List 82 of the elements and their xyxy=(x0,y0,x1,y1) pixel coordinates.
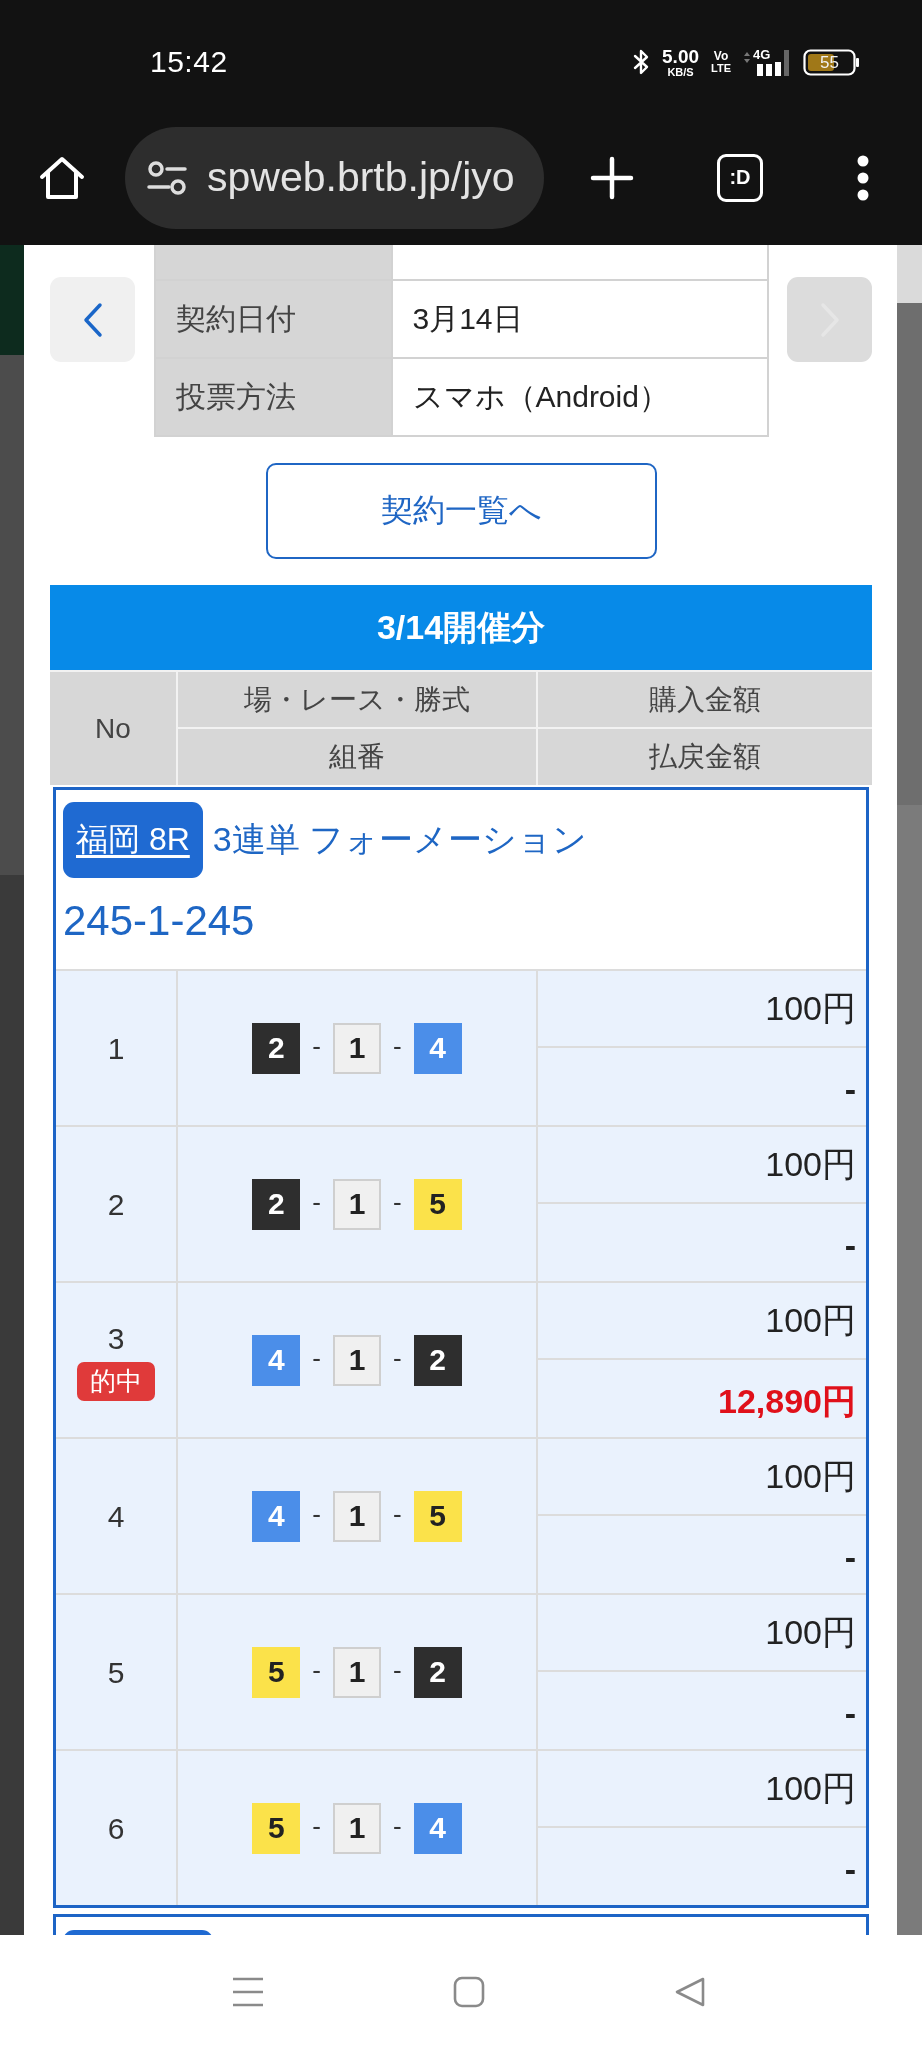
column-header: 組番 xyxy=(178,729,536,785)
boat-number-tile: 2 xyxy=(413,1646,462,1698)
tune-icon[interactable] xyxy=(147,160,187,195)
table-cell: 契約日付 xyxy=(155,281,391,357)
column-header: No xyxy=(50,672,176,785)
home-icon[interactable] xyxy=(38,154,86,201)
dash-separator: - xyxy=(312,1345,321,1371)
back-icon[interactable] xyxy=(674,1975,706,2008)
boat-number-tile: 1 xyxy=(333,1178,381,1230)
boat-number-tile: 5 xyxy=(252,1802,301,1854)
row-number: 3 xyxy=(107,1320,125,1357)
dash-separator: - xyxy=(393,1657,402,1683)
purchase-amount: 100円 xyxy=(765,1767,856,1809)
payout-amount: - xyxy=(844,1070,856,1109)
table-cell: 投票方法 xyxy=(155,359,391,435)
dash-separator: - xyxy=(312,1501,321,1527)
boat-number-tile: 1 xyxy=(333,1022,381,1074)
column-header: 払戻金額 xyxy=(538,729,872,785)
section-title-bar: 3/14開催分 xyxy=(50,585,872,670)
row-number: 4 xyxy=(107,1498,125,1535)
payout-amount: 12,890円 xyxy=(718,1380,856,1422)
purchase-amount: 100円 xyxy=(765,1611,856,1653)
contract-list-button[interactable]: 契約一覧へ xyxy=(265,463,657,559)
boat-number-tile: 4 xyxy=(252,1334,301,1386)
table-cell: 3月14日 xyxy=(392,281,767,357)
payout-amount: - xyxy=(844,1694,856,1733)
dash-separator: - xyxy=(312,1813,321,1839)
boat-number-tile: 1 xyxy=(333,1490,381,1542)
row-number: 1 xyxy=(107,1030,125,1067)
purchase-amount: 100円 xyxy=(765,987,856,1029)
boat-number-tile: 1 xyxy=(333,1802,381,1854)
volte-label: Vo xyxy=(713,50,729,62)
dash-separator: - xyxy=(393,1033,402,1059)
boat-number-tile: 5 xyxy=(413,1490,462,1542)
boat-number-tile: 5 xyxy=(252,1646,301,1698)
status-time: 15:42 xyxy=(150,45,228,79)
network-speed-unit: KB/S xyxy=(667,66,694,78)
signal-bars-icon xyxy=(743,48,791,76)
chevron-left-icon xyxy=(81,301,104,338)
table-cell: スマホ（Android） xyxy=(392,359,767,435)
bluetooth-icon xyxy=(632,47,651,77)
dash-separator: - xyxy=(393,1189,402,1215)
formation-text: 245-1-245 xyxy=(63,898,256,945)
network-type-text: 4G xyxy=(753,48,771,61)
dash-separator: - xyxy=(312,1189,321,1215)
bet-type-text: 3連単 フォーメーション xyxy=(212,819,588,860)
dash-separator: - xyxy=(312,1657,321,1683)
payout-amount: - xyxy=(844,1226,856,1265)
boat-number-tile: 1 xyxy=(333,1646,381,1698)
address-bar[interactable]: spweb.brtb.jp/jyo xyxy=(125,126,544,229)
hit-label: 的中 xyxy=(77,1361,155,1402)
row-number: 6 xyxy=(107,1810,125,1847)
row-number: 5 xyxy=(107,1654,125,1691)
boat-number-tile: 2 xyxy=(413,1334,462,1386)
purchase-amount: 100円 xyxy=(765,1455,856,1497)
url-text: spweb.brtb.jp/jyo xyxy=(207,154,515,201)
boat-number-tile: 2 xyxy=(252,1022,301,1074)
volte-label: LTE xyxy=(711,63,731,74)
payout-amount: - xyxy=(844,1850,856,1889)
payout-amount: - xyxy=(844,1538,856,1577)
dash-separator: - xyxy=(393,1501,402,1527)
boat-number-tile: 4 xyxy=(413,1802,462,1854)
dash-separator: - xyxy=(312,1033,321,1059)
boat-number-tile: 4 xyxy=(413,1022,462,1074)
column-header: 購入金額 xyxy=(538,672,872,727)
boat-number-tile: 5 xyxy=(413,1178,462,1230)
network-speed-value: 5.00 xyxy=(662,46,700,66)
plus-icon[interactable] xyxy=(590,155,634,200)
more-options-icon[interactable] xyxy=(856,154,870,201)
boat-number-tile: 2 xyxy=(252,1178,301,1230)
row-number: 2 xyxy=(107,1186,125,1223)
venue-link[interactable]: 福岡 8R xyxy=(63,802,203,878)
previous-button[interactable] xyxy=(50,277,135,362)
menu-icon[interactable] xyxy=(232,1975,264,2008)
dash-separator: - xyxy=(393,1345,402,1371)
tab-switcher-button[interactable]: :D xyxy=(717,153,763,202)
boat-number-tile: 1 xyxy=(333,1334,381,1386)
dash-separator: - xyxy=(393,1813,402,1839)
purchase-amount: 100円 xyxy=(765,1143,856,1185)
purchase-amount: 100円 xyxy=(765,1299,856,1341)
column-header: 場・レース・勝式 xyxy=(178,672,536,727)
boat-number-tile: 4 xyxy=(252,1490,301,1542)
